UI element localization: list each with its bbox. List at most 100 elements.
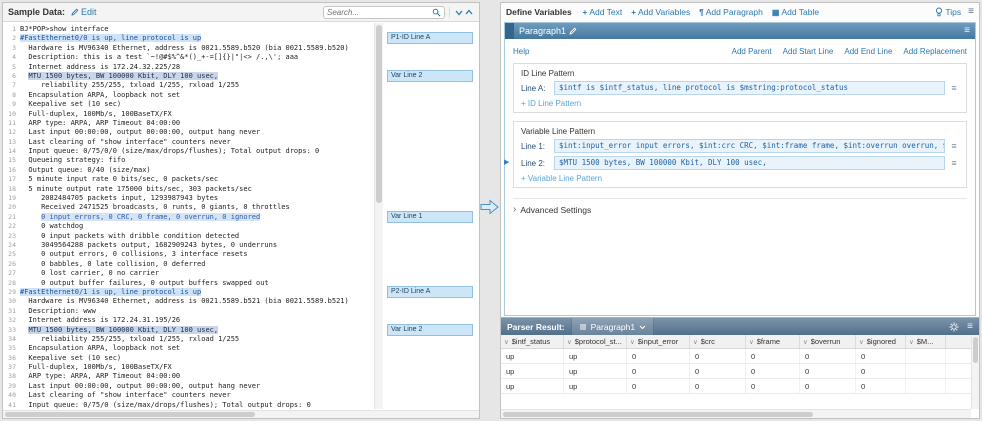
code-line[interactable]: 14 Input queue: 0/75/0/0 (size/max/drops… bbox=[3, 147, 383, 156]
filter-caret-icon[interactable]: ∨ bbox=[803, 338, 808, 346]
code-line[interactable]: 31 Description: www bbox=[3, 307, 383, 316]
code-line[interactable]: 10 Full-duplex, 100Mb/s, 100BaseTX/FX bbox=[3, 110, 383, 119]
code-line[interactable]: 5 Internet address is 172.24.32.225/28 bbox=[3, 63, 383, 72]
filter-caret-icon[interactable]: ∨ bbox=[859, 338, 864, 346]
result-horizontal-scrollbar[interactable] bbox=[501, 409, 971, 418]
pattern-input[interactable]: $MTU 1500 bytes, BW 100000 Kbit, DLY 100… bbox=[554, 156, 945, 170]
code-line[interactable]: 26 0 babbles, 0 late collision, 0 deferr… bbox=[3, 260, 383, 269]
code-line[interactable]: 20 Received 2471525 broadcasts, 0 runts,… bbox=[3, 203, 383, 212]
code-line[interactable]: 9 Keepalive set (10 sec) bbox=[3, 100, 383, 109]
callout-label[interactable]: Var Line 1 bbox=[387, 211, 473, 223]
add-paragraph-button[interactable]: ¶Add Paragraph bbox=[699, 7, 763, 17]
code-line[interactable]: 39 Last input 00:00:00, output 00:00:00,… bbox=[3, 382, 383, 391]
callout-label[interactable]: P2-ID Line A bbox=[387, 286, 473, 298]
result-header-cell[interactable]: ∨$crc bbox=[690, 335, 746, 348]
add-text-button[interactable]: +Add Text bbox=[583, 7, 623, 17]
code-line[interactable]: 28 0 output buffer failures, 0 output bu… bbox=[3, 279, 383, 288]
result-row[interactable]: upup00000 bbox=[501, 364, 979, 379]
code-line[interactable]: 6 MTU 1500 bytes, BW 100000 Kbit, DLY 10… bbox=[3, 72, 383, 81]
code-line[interactable]: 34 reliability 255/255, txload 1/255, rx… bbox=[3, 335, 383, 344]
toolbar-menu-icon[interactable]: ≡ bbox=[968, 7, 974, 17]
drag-handle[interactable] bbox=[505, 23, 514, 39]
code-line[interactable]: 19 2082484705 packets input, 1293987943 … bbox=[3, 194, 383, 203]
callout-label[interactable]: Var Line 2 bbox=[387, 324, 473, 336]
result-vertical-scrollbar[interactable] bbox=[971, 335, 979, 409]
code-line[interactable]: 7 reliability 255/255, txload 1/255, rxl… bbox=[3, 81, 383, 90]
filter-caret-icon[interactable]: ∨ bbox=[749, 338, 754, 346]
code-line[interactable]: 27 0 lost carrier, 0 no carrier bbox=[3, 269, 383, 278]
code-line[interactable]: 8 Encapsulation ARPA, loopback not set bbox=[3, 91, 383, 100]
code-line[interactable]: 32 Internet address is 172.24.31.195/26 bbox=[3, 316, 383, 325]
help-link[interactable]: Help bbox=[513, 47, 529, 56]
row-menu-icon[interactable]: ≡ bbox=[949, 142, 959, 151]
result-header-cell[interactable]: ∨$frame bbox=[746, 335, 800, 348]
pattern-input[interactable]: $intf is $intf_status, line protocol is … bbox=[554, 81, 945, 95]
add-start-line-link[interactable]: Add Start Line bbox=[783, 47, 834, 56]
code-line[interactable]: 35 Encapsulation ARPA, loopback not set bbox=[3, 344, 383, 353]
edit-paragraph-icon[interactable] bbox=[569, 27, 577, 35]
scrollbar-thumb[interactable] bbox=[5, 412, 255, 417]
result-tab[interactable]: Paragraph1 bbox=[571, 318, 654, 335]
add-replacement-link[interactable]: Add Replacement bbox=[903, 47, 967, 56]
filter-caret-icon[interactable]: ∨ bbox=[504, 338, 509, 346]
code-line[interactable]: 4 Description: this is a test `~!@#$%^&*… bbox=[3, 53, 383, 62]
add-end-line-link[interactable]: Add End Line bbox=[844, 47, 892, 56]
code-line[interactable]: 41 Input queue: 0/75/0 (size/max/drops/f… bbox=[3, 401, 383, 409]
code-line[interactable]: 16 Output queue: 0/40 (size/max) bbox=[3, 166, 383, 175]
result-header-cell[interactable]: ∨$protocol_st... bbox=[564, 335, 627, 348]
add-variables-button[interactable]: +Add Variables bbox=[631, 7, 690, 17]
result-header-cell[interactable]: ∨$overrun bbox=[800, 335, 856, 348]
search-prev-button[interactable] bbox=[464, 8, 474, 17]
code-line[interactable]: 11 ARP type: ARPA, ARP Timeout 04:00:00 bbox=[3, 119, 383, 128]
row-menu-icon[interactable]: ≡ bbox=[949, 159, 959, 168]
code-line[interactable]: 15 Queueing strategy: fifo bbox=[3, 156, 383, 165]
code-line[interactable]: 1BJ*POP>show interface bbox=[3, 25, 383, 34]
code-line[interactable]: 36 Keepalive set (10 sec) bbox=[3, 354, 383, 363]
advanced-settings-toggle[interactable]: › Advanced Settings bbox=[513, 198, 967, 215]
code-line[interactable]: 37 Full-duplex, 100Mb/s, 100BaseTX/FX bbox=[3, 363, 383, 372]
filter-caret-icon[interactable]: ∨ bbox=[693, 338, 698, 346]
code-line[interactable]: 13 Last clearing of "show interface" cou… bbox=[3, 138, 383, 147]
add-variable-line-pattern-link[interactable]: + Variable Line Pattern bbox=[521, 174, 959, 183]
result-row[interactable]: upup00000 bbox=[501, 349, 979, 364]
row-menu-icon[interactable]: ≡ bbox=[949, 84, 959, 93]
add-id-line-pattern-link[interactable]: + ID Line Pattern bbox=[521, 99, 959, 108]
code-line[interactable]: 29#FastEthernet0/1 is up, line protocol … bbox=[3, 288, 383, 297]
callout-label[interactable]: P1-ID Line A bbox=[387, 32, 473, 44]
add-parent-link[interactable]: Add Parent bbox=[732, 47, 772, 56]
result-header-cell[interactable]: ∨$ignored bbox=[856, 335, 906, 348]
paragraph-menu-icon[interactable]: ≡ bbox=[964, 26, 970, 36]
code-line[interactable]: 2#FastEthernet0/0 is up, line protocol i… bbox=[3, 34, 383, 43]
code-line[interactable]: 30 Hardware is MV96340 Ethernet, address… bbox=[3, 297, 383, 306]
search-icon[interactable] bbox=[432, 8, 441, 17]
result-menu-icon[interactable]: ≡ bbox=[967, 322, 973, 332]
filter-caret-icon[interactable]: ∨ bbox=[909, 338, 914, 346]
result-header-cell[interactable]: ∨$intf_status bbox=[501, 335, 564, 348]
code-line[interactable]: 40 Last clearing of "show interface" cou… bbox=[3, 391, 383, 400]
code-line[interactable]: 21 0 input errors, 0 CRC, 0 frame, 0 ove… bbox=[3, 213, 383, 222]
code-vertical-scrollbar[interactable] bbox=[374, 23, 383, 409]
result-header-cell[interactable]: ∨$input_error bbox=[627, 335, 690, 348]
code-line[interactable]: 33 MTU 1500 bytes, BW 100000 Kbit, DLY 1… bbox=[3, 326, 383, 335]
filter-caret-icon[interactable]: ∨ bbox=[567, 338, 572, 346]
add-table-button[interactable]: ▦Add Table bbox=[772, 7, 819, 17]
code-line[interactable]: 25 0 output errors, 0 collisions, 3 inte… bbox=[3, 250, 383, 259]
gear-icon[interactable] bbox=[949, 322, 959, 332]
code-line[interactable]: 12 Last input 00:00:00, output 00:00:00,… bbox=[3, 128, 383, 137]
edit-button[interactable]: Edit bbox=[71, 7, 97, 17]
pattern-input[interactable]: $int:input_error input errors, $int:crc … bbox=[554, 139, 945, 153]
code-line[interactable]: 38 ARP type: ARPA, ARP Timeout 04:00:00 bbox=[3, 372, 383, 381]
filter-caret-icon[interactable]: ∨ bbox=[630, 338, 635, 346]
scrollbar-thumb[interactable] bbox=[503, 412, 813, 417]
search-next-button[interactable] bbox=[454, 8, 464, 17]
code-line[interactable]: 23 0 input packets with dribble conditio… bbox=[3, 232, 383, 241]
callout-label[interactable]: Var Line 2 bbox=[387, 70, 473, 82]
scrollbar-thumb[interactable] bbox=[376, 25, 382, 203]
code-line[interactable]: 18 5 minute output rate 175000 bits/sec,… bbox=[3, 185, 383, 194]
result-row[interactable]: upup00000 bbox=[501, 379, 979, 394]
code-line[interactable]: 3 Hardware is MV96340 Ethernet, address … bbox=[3, 44, 383, 53]
code-editor[interactable]: 1BJ*POP>show interface2#FastEthernet0/0 … bbox=[3, 23, 383, 409]
scrollbar-thumb[interactable] bbox=[973, 337, 978, 363]
search-box[interactable] bbox=[323, 6, 445, 19]
tips-button[interactable]: Tips bbox=[935, 7, 961, 17]
